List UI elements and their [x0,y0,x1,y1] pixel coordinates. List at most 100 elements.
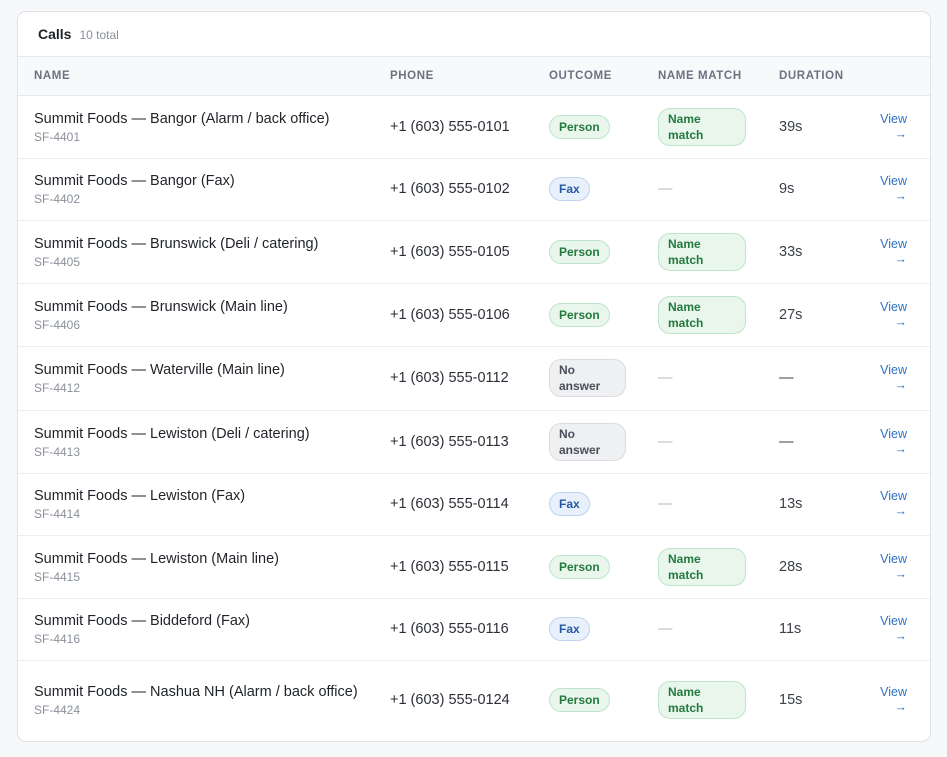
empty-dash: — [658,433,673,450]
view-label: View [880,174,907,188]
phone-number: +1 (603) 555-0106 [390,306,510,323]
table-row: Summit Foods — Waterville (Main line) SF… [18,346,930,410]
contact-id: SF-4415 [34,569,81,584]
view-label: View [880,551,907,566]
table-header-row: NAME PHONE OUTCOME NAME MATCH DURATION [18,57,930,96]
outcome-cell: Fax [549,158,658,220]
view-link[interactable]: View → [879,489,907,519]
phone-number: +1 (603) 555-0114 [390,496,509,512]
duration: 39s [779,118,803,135]
table-row: Summit Foods — Bangor (Fax) SF-4402 +1 (… [18,158,930,220]
arrow-right-icon: → [894,314,908,329]
name-cell: Summit Foods — Waterville (Main line) SF… [18,346,390,410]
duration: 28s [779,558,803,575]
phone-number: +1 (603) 555-0112 [390,370,509,386]
contact-name: Summit Foods — Brunswick (Deli / caterin… [34,235,319,252]
outcome-cell: Person [549,95,658,158]
contact-name: Summit Foods — Biddeford (Fax) [34,613,250,629]
card-title: Calls [38,26,72,42]
arrow-right-icon: → [894,378,908,392]
arrow-right-icon: → [894,251,908,266]
duration: 27s [779,306,803,323]
column-header-actions [879,57,930,96]
outcome-badge: Fax [549,177,590,201]
name-match-badge: Name match [658,232,746,271]
outcome-cell: Person [549,283,658,346]
contact-name: Summit Foods — Lewiston (Fax) [34,488,246,504]
calls-card: Calls 10 total NAME PHONE OUTCOME NAME M… [17,11,931,742]
view-link[interactable]: View → [879,237,907,267]
table-row: Summit Foods — Lewiston (Fax) SF-4414 +1… [18,473,930,535]
contact-name: Summit Foods — Bangor (Fax) [34,173,235,189]
table-row: Summit Foods — Brunswick (Deli / caterin… [18,220,930,283]
outcome-cell: Person [549,535,658,598]
name-match-badge: Name match [658,547,746,586]
empty-dash: — [658,496,673,512]
table-row: Summit Foods — Brunswick (Main line) SF-… [18,283,930,346]
outcome-badge: No answer [549,422,626,461]
name-match-cell: Name match [658,95,779,158]
table-row: Summit Foods — Lewiston (Main line) SF-4… [18,535,930,598]
duration: 13s [779,496,803,512]
empty-dash: — [658,370,673,386]
arrow-right-icon: → [894,700,908,715]
name-cell: Summit Foods — Lewiston (Fax) SF-4414 [18,473,390,535]
contact-name: Summit Foods — Nashua NH (Alarm / back o… [34,684,358,701]
contact-name: Summit Foods — Lewiston (Main line) [34,550,279,567]
arrow-right-icon: → [894,566,908,581]
column-header-name-match: NAME MATCH [658,57,779,96]
outcome-badge: Person [549,239,610,264]
name-cell: Summit Foods — Nashua NH (Alarm / back o… [18,660,390,740]
outcome-badge: Fax [549,492,590,516]
view-link[interactable]: View → [879,427,907,457]
contact-id: SF-4402 [34,192,81,206]
phone-number: +1 (603) 555-0102 [390,181,510,197]
name-match-cell: — [658,473,779,535]
name-match-cell: — [658,598,779,660]
actions-cell: View → [879,535,930,598]
name-match-cell: Name match [658,660,779,740]
name-cell: Summit Foods — Brunswick (Main line) SF-… [18,283,390,346]
table-row: Summit Foods — Lewiston (Deli / catering… [18,410,930,473]
duration: 11s [779,621,802,637]
phone-number: +1 (603) 555-0115 [390,558,509,575]
view-label: View [880,299,907,314]
contact-name: Summit Foods — Bangor (Alarm / back offi… [34,110,330,127]
actions-cell: View → [879,346,930,410]
outcome-badge: Person [549,688,610,713]
view-label: View [880,111,907,126]
phone-number: +1 (603) 555-0124 [390,692,510,709]
name-match-cell: Name match [658,283,779,346]
column-header-outcome: OUTCOME [549,57,658,96]
duration: — [779,370,794,386]
view-link[interactable]: View → [879,685,907,715]
column-header-name: NAME [18,57,390,96]
name-match-badge: Name match [658,681,746,720]
outcome-cell: Person [549,660,658,740]
view-link[interactable]: View → [879,552,907,582]
outcome-cell: No answer [549,410,658,473]
table-row: Summit Foods — Bangor (Alarm / back offi… [18,95,930,158]
view-label: View [880,489,907,503]
view-link[interactable]: View → [879,300,907,330]
column-header-phone: PHONE [390,57,549,96]
view-label: View [880,685,907,700]
contact-id: SF-4413 [34,444,81,459]
contact-id: SF-4406 [34,317,81,332]
contact-name: Summit Foods — Waterville (Main line) [34,362,285,378]
view-link[interactable]: View → [879,112,907,142]
phone-number: +1 (603) 555-0116 [390,621,509,637]
contact-id: SF-4401 [34,129,81,144]
view-link[interactable]: View → [879,174,907,204]
view-link[interactable]: View → [879,614,907,644]
arrow-right-icon: → [894,629,908,643]
view-link[interactable]: View → [879,363,907,393]
contact-id: SF-4405 [34,254,81,269]
arrow-right-icon: → [894,441,908,456]
name-cell: Summit Foods — Bangor (Fax) SF-4402 [18,158,390,220]
outcome-badge: Person [549,114,610,139]
actions-cell: View → [879,410,930,473]
name-match-cell: Name match [658,220,779,283]
contact-name: Summit Foods — Lewiston (Deli / catering… [34,425,310,442]
arrow-right-icon: → [894,504,908,518]
